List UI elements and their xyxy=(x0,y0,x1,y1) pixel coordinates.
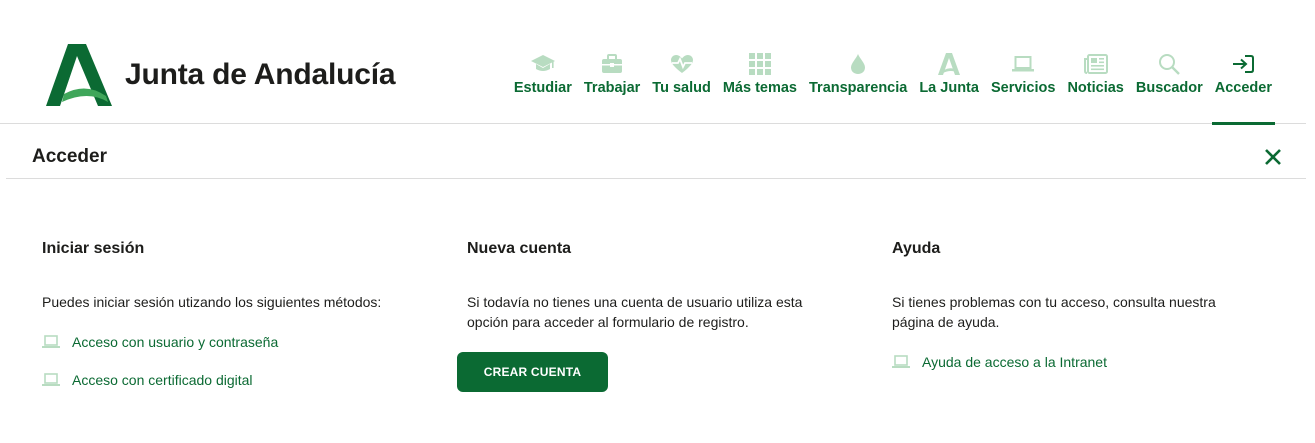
laptop-icon xyxy=(1012,52,1035,76)
nav-item-servicios[interactable]: Servicios xyxy=(985,30,1062,124)
graduation-cap-icon xyxy=(530,52,556,76)
panel-title: Acceder xyxy=(32,146,107,167)
junta-logo-icon xyxy=(938,52,961,76)
nav-label: Transparencia xyxy=(809,80,908,96)
nav-item-estudiar[interactable]: Estudiar xyxy=(508,30,578,124)
nav-item-buscador[interactable]: Buscador xyxy=(1130,30,1209,124)
nav-label: La Junta xyxy=(919,80,979,96)
heart-pulse-icon xyxy=(670,52,694,76)
user-password-login-link[interactable]: Acceso con usuario y contraseña xyxy=(42,334,402,350)
certificate-login-link[interactable]: Acceso con certificado digital xyxy=(42,372,402,388)
login-section: Iniciar sesión Puedes iniciar sesión uti… xyxy=(42,240,402,388)
help-title: Ayuda xyxy=(892,240,941,257)
nav-label: Más temas xyxy=(722,80,797,96)
search-icon xyxy=(1158,52,1181,76)
nav-label: Estudiar xyxy=(513,80,572,96)
register-section: Nueva cuenta Si todavía no tienes una cu… xyxy=(467,240,827,332)
main-nav: Estudiar Trabajar Tu salud Más temas Tra… xyxy=(508,30,1278,125)
junta-logo-icon xyxy=(46,44,112,106)
nav-label: Acceder xyxy=(1214,80,1272,96)
link-label: Ayuda de acceso a la Intranet xyxy=(922,354,1107,370)
close-icon[interactable] xyxy=(1262,146,1284,168)
nav-label: Buscador xyxy=(1135,80,1203,96)
nav-label: Servicios xyxy=(990,80,1056,96)
nav-item-la-junta[interactable]: La Junta xyxy=(913,30,985,124)
junta-logo[interactable]: Junta de Andalucía xyxy=(46,44,396,106)
laptop-icon xyxy=(42,335,60,348)
login-text: Puedes iniciar sesión utizando los sigui… xyxy=(42,294,382,310)
logo-text: Junta de Andalucía xyxy=(125,58,396,91)
help-section: Ayuda Si tienes problemas con tu acceso,… xyxy=(892,240,1252,370)
create-account-button[interactable]: CREAR CUENTA xyxy=(457,352,608,392)
sign-in-icon xyxy=(1232,52,1255,76)
laptop-icon xyxy=(42,373,60,386)
link-label: Acceso con certificado digital xyxy=(72,372,253,388)
nav-item-acceder[interactable]: Acceder xyxy=(1209,30,1278,125)
nav-label: Tu salud xyxy=(652,80,711,96)
site-header: Junta de Andalucía Estudiar Trabajar Tu … xyxy=(0,30,1306,125)
nav-item-noticias[interactable]: Noticias xyxy=(1061,30,1129,124)
laptop-icon xyxy=(892,355,910,368)
nav-item-tu-salud[interactable]: Tu salud xyxy=(646,30,717,124)
drop-icon xyxy=(850,52,866,76)
help-text: Si tienes problemas con tu acceso, consu… xyxy=(892,294,1216,330)
nav-item-transparencia[interactable]: Transparencia xyxy=(803,30,913,124)
register-text: Si todavía no tienes una cuenta de usuar… xyxy=(467,294,803,330)
grid-icon xyxy=(748,52,771,76)
login-title: Iniciar sesión xyxy=(42,240,145,257)
nav-item-mas-temas[interactable]: Más temas xyxy=(717,30,803,124)
nav-label: Noticias xyxy=(1067,80,1124,96)
nav-item-trabajar[interactable]: Trabajar xyxy=(578,30,646,124)
register-title: Nueva cuenta xyxy=(467,240,572,257)
access-panel-header: Acceder xyxy=(6,124,1306,179)
nav-label: Trabajar xyxy=(583,80,641,96)
briefcase-icon xyxy=(601,52,623,76)
newspaper-icon xyxy=(1083,52,1108,76)
link-label: Acceso con usuario y contraseña xyxy=(72,334,279,350)
intranet-help-link[interactable]: Ayuda de acceso a la Intranet xyxy=(892,354,1252,370)
